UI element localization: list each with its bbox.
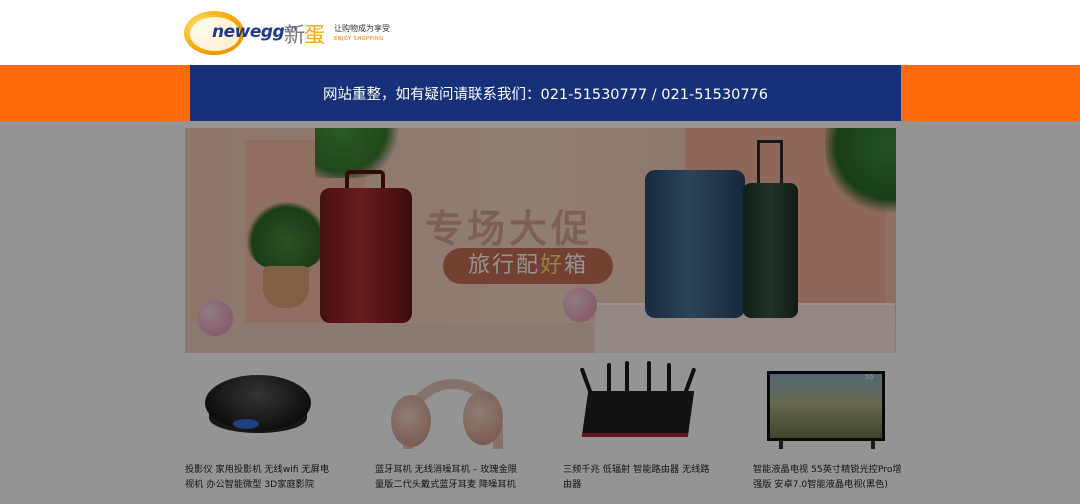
tv-screen <box>770 374 882 438</box>
logo-chinese-dan: 蛋 <box>304 23 325 47</box>
banner-subtitle-a: 旅行配 <box>467 253 540 278</box>
banner-subtitle: 旅行配好箱 <box>443 248 613 284</box>
plant-pot-icon <box>263 266 309 308</box>
router-image[interactable] <box>563 361 713 451</box>
red-suitcase-icon <box>320 188 412 323</box>
site-header: newegg.cn 新蛋 让购物成为享受 ENJOY SHOPPING <box>0 0 1080 65</box>
tv-image[interactable]: 55 <box>753 361 903 451</box>
green-suitcase-icon <box>743 183 798 318</box>
banner-subtitle-highlight: 好 <box>539 253 564 278</box>
suitcase-handle-icon <box>757 140 783 184</box>
product-name[interactable]: 投影仪 家用投影机 无线wifi 无屏电视机 办公智能微型 3D家庭影院 <box>185 462 335 492</box>
pink-ball-icon <box>197 300 233 336</box>
headphones-image[interactable] <box>375 361 525 451</box>
antenna <box>647 361 651 393</box>
router-body <box>581 391 695 437</box>
newegg-logo[interactable]: newegg.cn 新蛋 让购物成为享受 ENJOY SHOPPING <box>184 8 414 58</box>
pink-ball-icon <box>563 288 597 322</box>
product-card[interactable]: 55 智能液晶电视 55英寸精锐光控Pro增强版 安卓7.0智能液晶电视(黑色) <box>753 361 903 501</box>
suitcase-handle-icon <box>345 170 385 190</box>
product-card[interactable]: 投影仪 家用投影机 无线wifi 无屏电视机 办公智能微型 3D家庭影院 <box>185 361 335 501</box>
product-card[interactable]: 蓝牙耳机 无线消噪耳机 – 玫瑰金限量版二代头戴式蓝牙耳麦 降噪耳机 <box>375 361 525 501</box>
logo-chinese: 新蛋 <box>284 19 325 49</box>
notice-text: 网站重整，如有疑问请联系我们：021-51530777 / 021-515307… <box>322 86 769 103</box>
tv-size-badge: 55 <box>865 373 874 381</box>
promo-banner[interactable]: 专场大促 旅行配好箱 <box>185 128 896 353</box>
banner-title: 专场大促 <box>425 207 594 251</box>
product-card[interactable]: 三频千兆 低辐射 智能路由器 无线路由器 <box>563 361 713 501</box>
antenna <box>625 361 629 393</box>
tv-stand-left <box>779 441 783 449</box>
headphones-cup-right <box>463 391 503 445</box>
notice-box: 网站重整，如有疑问请联系我们：021-51530777 / 021-515307… <box>190 65 901 121</box>
projector-image[interactable] <box>185 361 335 451</box>
logo-chinese-xin: 新 <box>284 23 305 47</box>
potted-plant-icon <box>247 200 327 270</box>
product-name[interactable]: 智能液晶电视 55英寸精锐光控Pro增强版 安卓7.0智能液晶电视(黑色) <box>753 462 903 492</box>
product-name[interactable]: 蓝牙耳机 无线消噪耳机 – 玫瑰金限量版二代头戴式蓝牙耳麦 降噪耳机 <box>375 462 525 492</box>
slogan-chinese: 让购物成为享受 <box>334 24 390 33</box>
blue-suitcase-icon <box>645 170 745 318</box>
banner-subtitle-b: 箱 <box>564 253 589 278</box>
slogan-english: ENJOY SHOPPING <box>334 36 384 42</box>
product-name[interactable]: 三频千兆 低辐射 智能路由器 无线路由器 <box>563 462 713 492</box>
tv-stand-right <box>871 441 875 449</box>
tv-frame <box>767 371 885 441</box>
logo-wordmark-text: newegg <box>212 22 285 42</box>
headphones-cup-left <box>391 395 431 447</box>
projector-lens <box>233 419 259 429</box>
